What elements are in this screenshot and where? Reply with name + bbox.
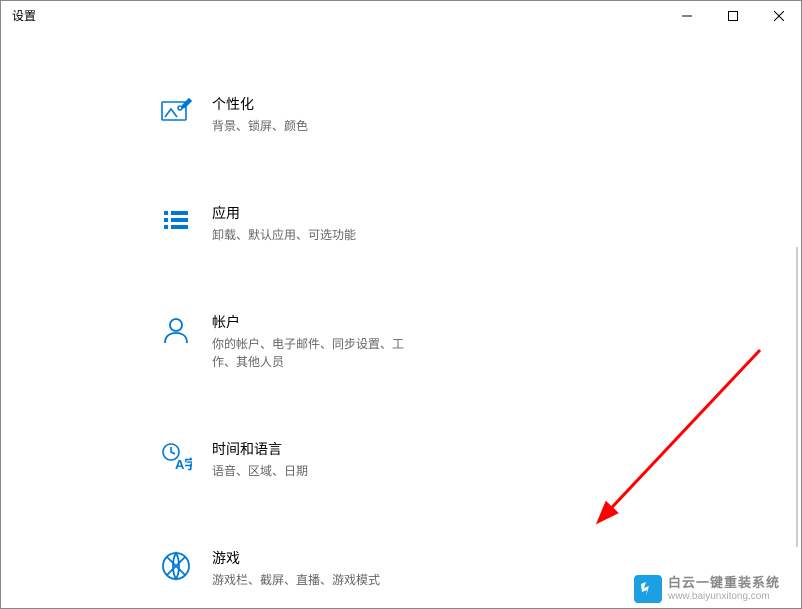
watermark-url: www.baiyunxitong.com — [668, 591, 780, 602]
watermark-title: 白云一键重装系统 — [668, 576, 780, 590]
setting-text: 个性化 背景、锁屏、颜色 — [212, 94, 418, 135]
setting-gaming[interactable]: 游戏 游戏栏、截屏、直播、游戏模式 — [158, 548, 418, 589]
maximize-button[interactable] — [710, 0, 756, 32]
setting-title: 游戏 — [212, 548, 418, 568]
setting-title: 时间和语言 — [212, 439, 418, 459]
setting-title: 帐户 — [212, 312, 418, 332]
setting-text: 时间和语言 语音、区域、日期 — [212, 439, 418, 480]
scrollbar-thumb[interactable] — [796, 247, 798, 547]
close-button[interactable] — [756, 0, 802, 32]
setting-desc: 语音、区域、日期 — [212, 462, 418, 480]
setting-title: 个性化 — [212, 94, 418, 114]
personalization-icon — [158, 94, 194, 130]
watermark: 白云一键重装系统 www.baiyunxitong.com — [634, 575, 780, 603]
content-area: 个性化 背景、锁屏、颜色 应用 卸载、默认应用、可选功能 — [0, 32, 802, 609]
time-language-icon: A字 — [158, 439, 194, 475]
setting-text: 应用 卸载、默认应用、可选功能 — [212, 203, 418, 244]
apps-icon — [158, 203, 194, 239]
settings-grid: 个性化 背景、锁屏、颜色 应用 卸载、默认应用、可选功能 — [0, 32, 640, 609]
setting-title: 应用 — [212, 203, 418, 223]
setting-desc: 你的帐户、电子邮件、同步设置、工作、其他人员 — [212, 335, 418, 371]
setting-apps[interactable]: 应用 卸载、默认应用、可选功能 — [158, 203, 418, 244]
minimize-button[interactable] — [664, 0, 710, 32]
svg-text:A字: A字 — [175, 457, 192, 472]
scrollbar[interactable] — [790, 72, 800, 609]
setting-desc: 背景、锁屏、颜色 — [212, 117, 418, 135]
setting-text: 游戏 游戏栏、截屏、直播、游戏模式 — [212, 548, 418, 589]
setting-time-language[interactable]: A字 时间和语言 语音、区域、日期 — [158, 439, 418, 480]
setting-personalization[interactable]: 个性化 背景、锁屏、颜色 — [158, 94, 418, 135]
setting-desc: 卸载、默认应用、可选功能 — [212, 226, 418, 244]
setting-accounts[interactable]: 帐户 你的帐户、电子邮件、同步设置、工作、其他人员 — [158, 312, 418, 371]
gaming-icon — [158, 548, 194, 584]
window-title: 设置 — [12, 7, 36, 24]
watermark-logo-icon — [634, 575, 662, 603]
setting-desc: 游戏栏、截屏、直播、游戏模式 — [212, 571, 418, 589]
setting-text: 帐户 你的帐户、电子邮件、同步设置、工作、其他人员 — [212, 312, 418, 371]
accounts-icon — [158, 312, 194, 348]
window-controls — [664, 0, 802, 32]
watermark-text: 白云一键重装系统 www.baiyunxitong.com — [668, 576, 780, 601]
